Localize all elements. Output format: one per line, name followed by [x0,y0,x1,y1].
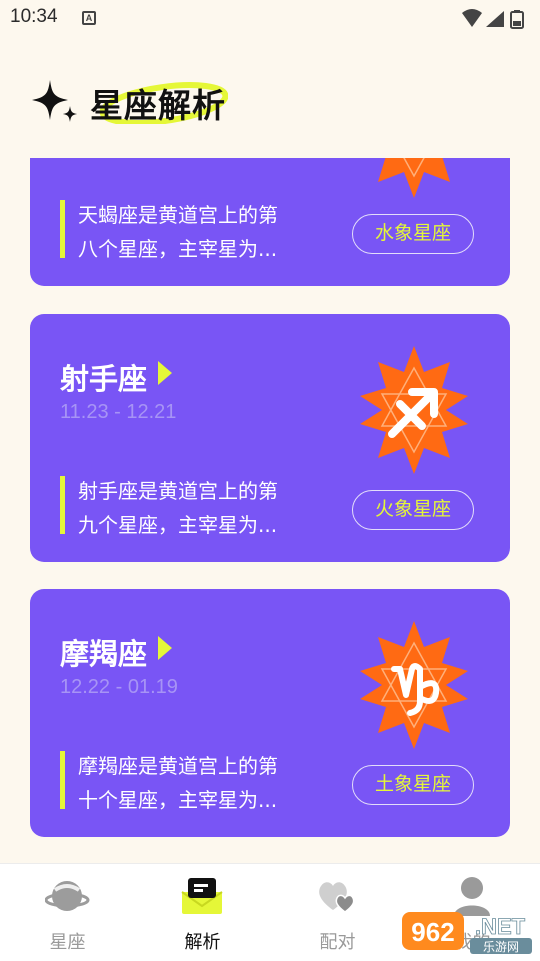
svg-text:乐游网: 乐游网 [483,940,519,954]
svg-text:962: 962 [411,917,454,947]
card-description: 天蝎座是黄道宫上的第 八个星座，主宰星为... [78,198,318,266]
tab-constellation[interactable]: 星座 [0,864,135,961]
arrow-right-icon [158,361,172,385]
card-description: 射手座是黄道宫上的第 九个星座，主宰星为... [78,474,318,542]
tab-match[interactable]: 配对 [270,864,405,961]
zodiac-date-range: 11.23 - 12.21 [60,401,177,423]
status-bar: 10:34 A [0,0,540,38]
signal-icon [486,11,504,27]
description-accent-bar [60,751,65,809]
battery-icon [510,10,524,29]
element-tag[interactable]: 火象星座 [352,490,474,530]
tab-label: 星座 [49,932,86,953]
status-time: 10:34 [10,6,58,27]
card-description: 摩羯座是黄道宫上的第 十个星座，主宰星为... [78,749,318,817]
description-line: 射手座是黄道宫上的第 [78,479,278,503]
planet-icon [45,881,90,911]
zodiac-name: 射手座 [60,362,148,396]
tab-analysis[interactable]: 解析 [135,864,270,961]
zodiac-name: 摩羯座 [60,637,148,671]
description-line: 九个星座，主宰星为... [78,513,278,537]
element-tag[interactable]: 水象星座 [352,214,474,254]
description-accent-bar [60,476,65,534]
arrow-right-icon [158,636,172,660]
notification-app-icon: A [82,11,96,25]
status-indicators [462,9,524,29]
zodiac-card-capricorn[interactable]: 摩羯座 12.22 - 01.19 摩羯座是黄道宫上的第 十个星座，主宰星为..… [30,589,510,837]
capricorn-icon [360,621,468,749]
tab-label: 配对 [319,932,356,953]
description-line: 天蝎座是黄道宫上的第 [78,203,278,227]
zodiac-list[interactable]: 天蝎座是黄道宫上的第 八个星座，主宰星为... 水象星座 射手座 11.23 -… [0,158,540,863]
hearts-icon [319,882,355,913]
tab-label: 解析 [184,932,221,953]
sparkle-icon [32,80,77,122]
zodiac-card-sagittarius[interactable]: 射手座 11.23 - 12.21 射手座是黄道宫上的第 九个星座，主宰星为..… [30,314,510,562]
svg-text:.NET: .NET [475,914,526,939]
page-title: 星座解析 [90,86,226,125]
description-line: 八个星座，主宰星为... [78,237,278,261]
zodiac-date-range: 12.22 - 01.19 [60,676,178,698]
zodiac-card-scorpio[interactable]: 天蝎座是黄道宫上的第 八个星座，主宰星为... 水象星座 [30,158,510,286]
element-tag[interactable]: 土象星座 [352,765,474,805]
page-title-area: 星座解析 [90,74,240,130]
message-icon [181,878,223,914]
description-accent-bar [60,200,65,258]
wifi-icon [462,9,482,27]
description-line: 十个星座，主宰星为... [78,788,278,812]
site-watermark-logo: 962 .NET 乐游网 [402,912,532,954]
sagittarius-icon [360,346,468,474]
description-line: 摩羯座是黄道宫上的第 [78,754,278,778]
scorpio-icon [378,158,450,198]
